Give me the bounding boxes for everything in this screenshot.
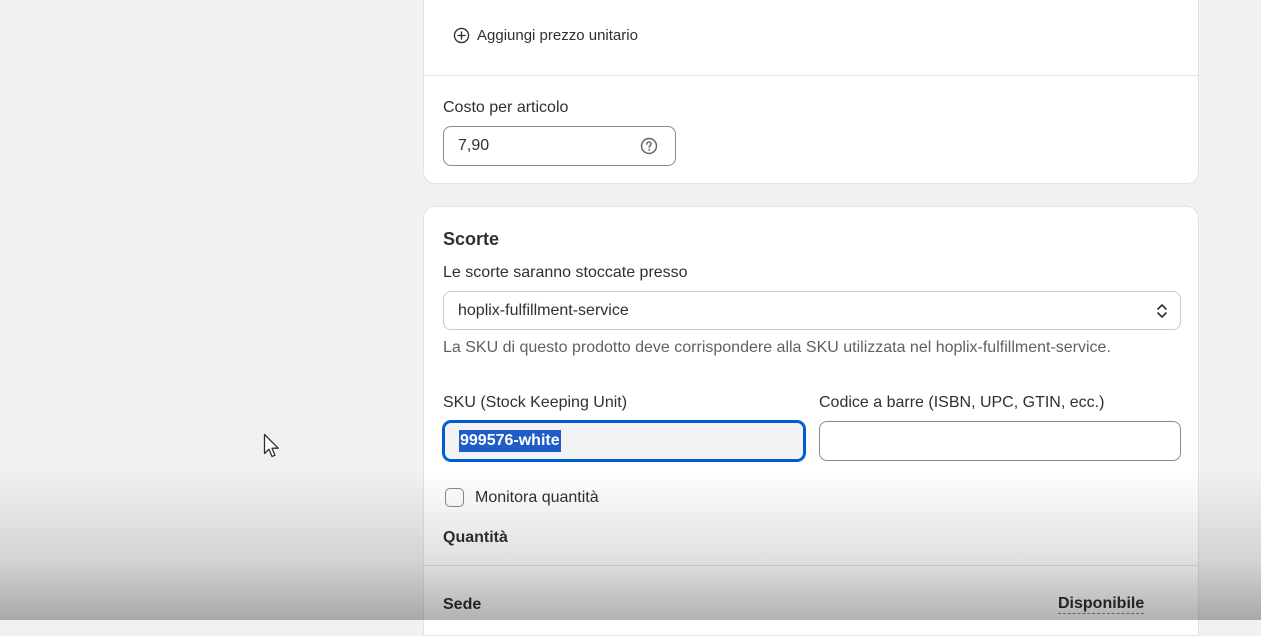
section-divider [424, 75, 1198, 76]
sku-help-text: La SKU di questo prodotto deve corrispon… [443, 339, 1111, 356]
inventory-title: Scorte [443, 229, 500, 249]
track-quantity-label: Monitora quantità [475, 488, 599, 506]
barcode-input[interactable] [819, 421, 1181, 461]
table-divider [424, 565, 1198, 566]
track-quantity-checkbox[interactable] [445, 488, 464, 507]
barcode-label: Codice a barre (ISBN, UPC, GTIN, ecc.) [819, 394, 1105, 411]
stock-location-label: Le scorte saranno stoccate presso [443, 264, 688, 281]
chevron-up-down-icon [1157, 304, 1167, 318]
add-unit-price-button[interactable]: Aggiungi prezzo unitario [453, 27, 638, 44]
sku-selected-text: 999576-white [459, 430, 561, 452]
stock-location-select[interactable]: hoplix-fulfillment-service [443, 291, 1181, 330]
cost-per-item-label: Costo per articolo [443, 99, 569, 116]
stock-location-value: hoplix-fulfillment-service [458, 301, 629, 319]
column-header-location: Sede [443, 596, 482, 613]
question-circle-icon[interactable] [640, 137, 658, 155]
track-quantity-checkbox-row[interactable]: Monitora quantità [445, 488, 599, 507]
pricing-card: Aggiungi prezzo unitario Costo per artic… [423, 0, 1199, 184]
quantity-heading: Quantità [443, 529, 508, 546]
sku-label: SKU (Stock Keeping Unit) [443, 394, 628, 411]
inventory-card: Scorte Le scorte saranno stoccate presso… [423, 206, 1199, 636]
cost-per-item-value: 7,90 [458, 137, 490, 154]
mouse-pointer-icon [263, 433, 279, 458]
add-unit-price-label: Aggiungi prezzo unitario [477, 27, 638, 44]
column-header-available[interactable]: Disponibile [1058, 595, 1145, 614]
cost-per-item-field[interactable]: 7,90 [443, 126, 676, 166]
sku-input[interactable]: 999576-white [442, 420, 806, 462]
plus-circle-icon [453, 27, 470, 44]
